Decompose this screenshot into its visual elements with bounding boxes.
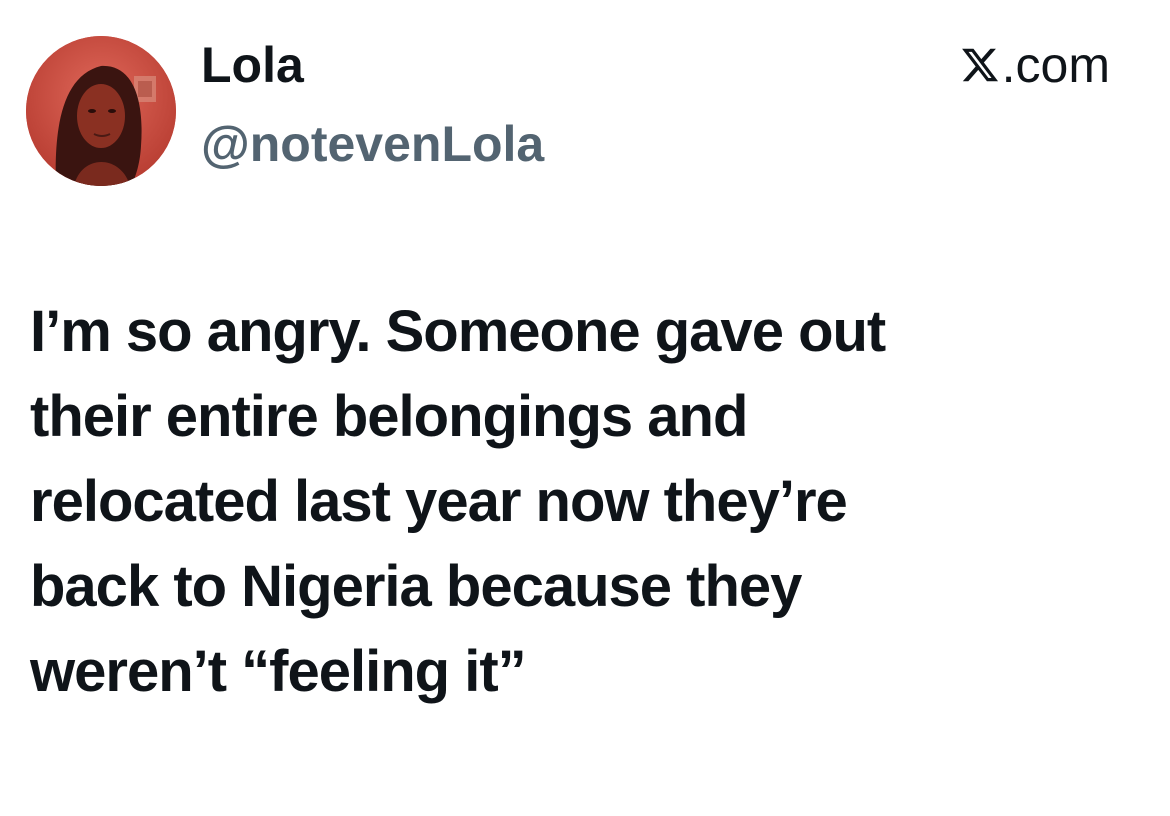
tweet-text-line: weren’t “feeling it”: [30, 639, 527, 704]
avatar-photo-icon: [26, 36, 176, 186]
tweet-card: Lola @notevenLola .com I’m so angry. Som…: [0, 0, 1170, 816]
avatar[interactable]: [26, 36, 176, 186]
tweet-text-line: their entire belongings and: [30, 384, 748, 449]
source-label: .com: [960, 34, 1110, 96]
source-domain-suffix: .com: [1001, 37, 1110, 93]
tweet-text-line: I’m so angry. Someone gave out: [30, 299, 886, 364]
author-display-name[interactable]: Lola: [201, 34, 304, 96]
tweet-text-line: relocated last year now they’re: [30, 469, 848, 534]
author-handle[interactable]: @notevenLola: [201, 113, 544, 175]
tweet-text-line: back to Nigeria because they: [30, 554, 802, 619]
x-logo-icon: [960, 45, 1000, 85]
tweet-text: I’m so angry. Someone gave out their ent…: [30, 289, 1130, 714]
